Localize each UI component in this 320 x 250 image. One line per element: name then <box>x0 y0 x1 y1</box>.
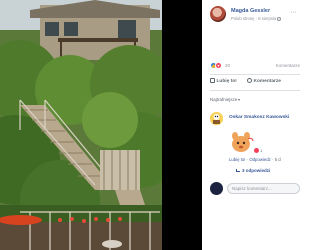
write-comment-row: Napisz komentarz... <box>210 182 300 196</box>
comment-button[interactable]: Komentarze <box>247 78 281 84</box>
comment-sort-label: Najtrafniejsze <box>210 97 238 102</box>
post-actions: Lubię to! Komentarze <box>210 78 300 88</box>
comment-reply-link[interactable]: Odpowiedz <box>249 157 271 162</box>
author-name[interactable]: Magda Gessler <box>231 8 270 14</box>
commenter-avatar-image <box>210 112 223 125</box>
comment-reaction[interactable]: 1 <box>254 148 262 154</box>
photo-viewer-background <box>162 0 202 250</box>
like-button[interactable]: Lubię to! <box>210 78 237 84</box>
reactions-summary[interactable]: 👍 ♥ 20 Komentarze <box>210 62 300 70</box>
comment-actions: Lubię to! · Odpowiedz · 5 d <box>229 157 281 162</box>
comment-like-link[interactable]: Lubię to! <box>229 157 246 162</box>
thumbs-up-icon <box>210 78 215 83</box>
divider <box>210 90 300 91</box>
commenter-avatar[interactable] <box>210 112 223 125</box>
comment-item: Oskar Smakosz Kawowski 1 Lubię to! · Odp… <box>210 112 300 182</box>
divider <box>210 74 300 75</box>
comment-button-label: Komentarze <box>253 78 281 84</box>
love-reaction-icon <box>254 148 259 154</box>
chevron-down-icon <box>238 98 241 101</box>
comment-sort-dropdown[interactable]: Najtrafniejsze <box>210 97 241 102</box>
post-sidebar: Magda Gessler Polub stronę · 8 sierpnia … <box>202 0 300 250</box>
view-replies-link[interactable]: 3 odpowiedzi <box>236 168 270 173</box>
author-avatar[interactable] <box>210 6 226 22</box>
post-header: Magda Gessler Polub stronę · 8 sierpnia … <box>210 6 300 26</box>
current-user-avatar <box>210 182 223 195</box>
comment-reaction-count: 1 <box>260 148 263 154</box>
comments-count-link[interactable]: Komentarze <box>276 63 300 68</box>
photo-image <box>0 0 162 250</box>
replies-count-label: 3 odpowiedzi <box>242 168 271 173</box>
comment-time[interactable]: 5 d <box>275 157 281 162</box>
comment-input[interactable]: Napisz komentarz... <box>227 183 300 194</box>
reply-arrow-icon <box>236 169 240 173</box>
love-reaction-icon: ♥ <box>215 62 222 69</box>
post-photo[interactable] <box>0 0 162 250</box>
author-meta: Polub stronę · 8 sierpnia <box>231 16 282 21</box>
post-meta-text[interactable]: Polub stronę · 8 sierpnia <box>231 16 276 21</box>
globe-icon <box>277 16 282 21</box>
more-options-icon[interactable]: ··· <box>291 9 297 16</box>
commenter-name[interactable]: Oskar Smakosz Kawowski <box>229 115 289 120</box>
comment-bubble-icon <box>247 78 252 83</box>
sticker-image <box>232 132 254 152</box>
like-button-label: Lubię to! <box>216 78 237 84</box>
comment-sticker[interactable] <box>228 129 254 155</box>
reaction-count[interactable]: 20 <box>225 63 230 68</box>
